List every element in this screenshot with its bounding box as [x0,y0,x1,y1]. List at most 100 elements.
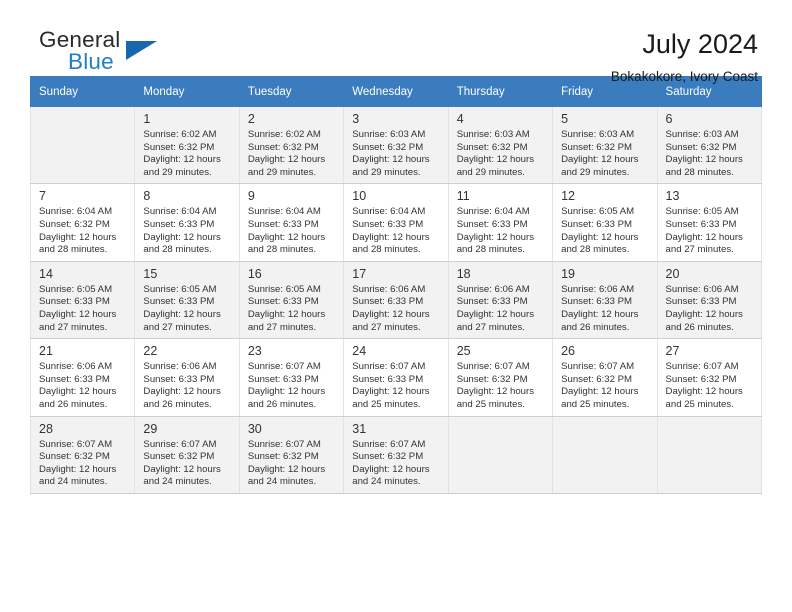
day-detail-line: Daylight: 12 hours [143,308,221,320]
day-detail-line: Sunrise: 6:05 AM [665,206,739,218]
calendar-day-cell[interactable]: 26 Sunrise: 6:07 AM Sunset: 6:32 PM Dayligh… [552,338,658,417]
calendar-day-cell[interactable]: 30 Sunrise: 6:07 AM Sunset: 6:32 PM Dayligh… [238,415,345,494]
day-cell-content: 25 Sunrise: 6:07 AM Sunset: 6:32 PM Dayligh… [449,339,552,415]
day-number: 13 [665,189,680,204]
calendar-day-cell[interactable]: 19 Sunrise: 6:06 AM Sunset: 6:33 PM Dayligh… [552,260,658,340]
day-cell-content: 9 Sunrise: 6:04 AM Sunset: 6:33 PM Daylight… [240,184,343,260]
day-detail-line: Sunset: 6:32 PM [143,141,215,153]
day-detail-line: Daylight: 12 hours [352,386,430,398]
day-number: 8 [143,189,151,204]
day-detail-line: Daylight: 12 hours [39,386,117,398]
calendar-day-cell[interactable]: 2 Sunrise: 6:02 AM Sunset: 6:32 PM Daylight… [238,105,345,185]
day-detail-line: Sunset: 6:33 PM [352,296,424,308]
day-detail-line: and 26 minutes. [39,398,108,410]
day-detail-line: Sunrise: 6:06 AM [143,361,217,373]
day-detail-line: and 28 minutes. [665,166,734,178]
day-number: 16 [247,266,262,281]
day-detail-line: Sunset: 6:32 PM [561,373,633,385]
day-detail-line: Sunrise: 6:07 AM [143,438,217,450]
day-detail-line: Sunset: 6:32 PM [665,141,737,153]
calendar-day-cell[interactable]: 17 Sunrise: 6:06 AM Sunset: 6:33 PM Dayligh… [343,260,449,340]
day-detail-line: Daylight: 12 hours [39,231,117,243]
day-detail-line: Sunset: 6:33 PM [247,373,319,385]
title-block: July 2024 Bokakokore, Ivory Coast [611,27,762,87]
calendar-week-row: 14 Sunrise: 6:05 AM Sunset: 6:33 PM Dayligh… [29,260,763,340]
day-detail-line: Sunset: 6:33 PM [561,218,633,230]
calendar-day-cell[interactable]: 10 Sunrise: 6:04 AM Sunset: 6:33 PM Dayligh… [343,183,449,262]
day-detail-line: Daylight: 12 hours [665,386,743,398]
calendar-day-cell[interactable]: 27 Sunrise: 6:07 AM Sunset: 6:32 PM Dayligh… [656,338,763,417]
day-detail-line: Daylight: 12 hours [561,231,639,243]
calendar-day-cell[interactable]: 28 Sunrise: 6:07 AM Sunset: 6:32 PM Dayligh… [29,415,136,494]
day-cell-content [449,417,552,427]
calendar-day-cell[interactable]: 8 Sunrise: 6:04 AM Sunset: 6:33 PM Daylight… [134,183,240,262]
day-detail-line: and 28 minutes. [39,244,108,256]
day-number: 4 [456,112,464,126]
day-detail-line: and 27 minutes. [143,321,212,333]
calendar-day-cell[interactable]: 16 Sunrise: 6:05 AM Sunset: 6:33 PM Dayligh… [238,260,345,340]
brand-logo[interactable]: General Blue [30,27,180,85]
day-number: 25 [456,344,471,359]
calendar-day-cell[interactable]: 18 Sunrise: 6:06 AM Sunset: 6:33 PM Dayligh… [447,260,554,340]
day-detail-line: Sunset: 6:33 PM [143,373,215,385]
calendar-day-cell[interactable]: 12 Sunrise: 6:05 AM Sunset: 6:33 PM Dayligh… [552,183,658,262]
calendar-day-cell[interactable]: 13 Sunrise: 6:05 AM Sunset: 6:33 PM Dayligh… [656,183,763,262]
day-detail-line: Daylight: 12 hours [665,308,743,320]
calendar-day-cell[interactable]: 31 Sunrise: 6:07 AM Sunset: 6:32 PM Dayligh… [343,415,449,494]
day-cell-content: 12 Sunrise: 6:05 AM Sunset: 6:33 PM Dayligh… [553,184,656,260]
day-detail-line: Sunrise: 6:04 AM [456,206,530,218]
day-cell-content: 7 Sunrise: 6:04 AM Sunset: 6:32 PM Daylight… [31,184,134,260]
calendar-day-cell[interactable]: 7 Sunrise: 6:04 AM Sunset: 6:32 PM Daylight… [29,183,136,262]
calendar-cell-empty [656,415,763,494]
day-detail-line: Sunset: 6:33 PM [456,218,528,230]
calendar-cell-empty [29,105,136,185]
day-detail-line: Daylight: 12 hours [456,386,535,398]
calendar-day-cell[interactable]: 23 Sunrise: 6:07 AM Sunset: 6:33 PM Dayligh… [238,338,345,417]
day-cell-content: 14 Sunrise: 6:05 AM Sunset: 6:33 PM Dayligh… [31,262,134,338]
day-detail-line: Sunrise: 6:07 AM [561,361,635,373]
calendar-table: Sunday Monday Tuesday Wednesday Thursday Frid… [29,76,763,494]
day-detail-line: Sunrise: 6:02 AM [247,129,321,140]
day-detail-line: and 28 minutes. [247,244,317,256]
day-detail-line: and 28 minutes. [352,244,421,256]
day-detail-line: Daylight: 12 hours [456,231,535,243]
calendar-day-cell[interactable]: 29 Sunrise: 6:07 AM Sunset: 6:32 PM Dayligh… [134,415,240,494]
day-detail-line: Sunset: 6:33 PM [247,218,319,230]
day-number: 15 [143,266,158,281]
calendar-day-cell[interactable]: 21 Sunrise: 6:06 AM Sunset: 6:33 PM Dayligh… [29,338,136,417]
day-detail-line: Sunset: 6:33 PM [665,218,737,230]
day-detail-line: Sunset: 6:33 PM [143,296,215,308]
calendar-day-cell[interactable]: 22 Sunrise: 6:06 AM Sunset: 6:33 PM Dayligh… [134,338,240,417]
day-detail-line: Sunrise: 6:07 AM [39,438,113,450]
brand-triangle-icon [126,41,157,60]
calendar-day-cell[interactable]: 6 Sunrise: 6:03 AM Sunset: 6:32 PM Daylight… [656,105,763,185]
day-detail-line: Sunset: 6:32 PM [247,141,319,153]
day-detail-line: Sunrise: 6:07 AM [247,361,321,373]
day-detail-line: Daylight: 12 hours [352,308,430,320]
calendar-day-cell[interactable]: 4 Sunrise: 6:03 AM Sunset: 6:32 PM Daylight… [447,105,554,185]
day-detail-line: Sunrise: 6:03 AM [352,129,426,140]
day-detail-line: Sunset: 6:33 PM [143,218,215,230]
calendar-day-cell[interactable]: 20 Sunrise: 6:06 AM Sunset: 6:33 PM Dayligh… [656,260,763,340]
day-cell-content [553,417,656,427]
day-cell-content: 13 Sunrise: 6:05 AM Sunset: 6:33 PM Dayligh… [658,184,761,260]
day-detail-line: and 25 minutes. [665,398,734,410]
calendar-day-cell[interactable]: 15 Sunrise: 6:05 AM Sunset: 6:33 PM Dayligh… [134,260,240,340]
day-number: 23 [247,344,262,359]
day-number: 9 [247,189,255,204]
day-detail-line: Sunrise: 6:05 AM [247,283,321,295]
day-number: 12 [561,189,576,204]
calendar-day-cell[interactable]: 25 Sunrise: 6:07 AM Sunset: 6:32 PM Dayligh… [447,338,554,417]
calendar-day-cell[interactable]: 1 Sunrise: 6:02 AM Sunset: 6:32 PM Daylight… [134,105,240,185]
day-detail-line: and 28 minutes. [143,244,212,256]
calendar-day-cell[interactable]: 24 Sunrise: 6:07 AM Sunset: 6:33 PM Dayligh… [343,338,449,417]
day-number: 5 [561,112,569,126]
calendar-day-cell[interactable]: 14 Sunrise: 6:05 AM Sunset: 6:33 PM Dayligh… [29,260,136,340]
calendar-day-cell[interactable]: 3 Sunrise: 6:03 AM Sunset: 6:32 PM Daylight… [343,105,449,185]
calendar-day-cell[interactable]: 11 Sunrise: 6:04 AM Sunset: 6:33 PM Dayligh… [447,183,554,262]
calendar-day-cell[interactable]: 9 Sunrise: 6:04 AM Sunset: 6:33 PM Daylight… [238,183,345,262]
day-detail-line: and 26 minutes. [561,321,630,333]
calendar-day-cell[interactable]: 5 Sunrise: 6:03 AM Sunset: 6:32 PM Daylight… [552,105,658,185]
day-detail-line: and 29 minutes. [247,166,317,178]
day-detail-line: and 25 minutes. [456,398,525,410]
